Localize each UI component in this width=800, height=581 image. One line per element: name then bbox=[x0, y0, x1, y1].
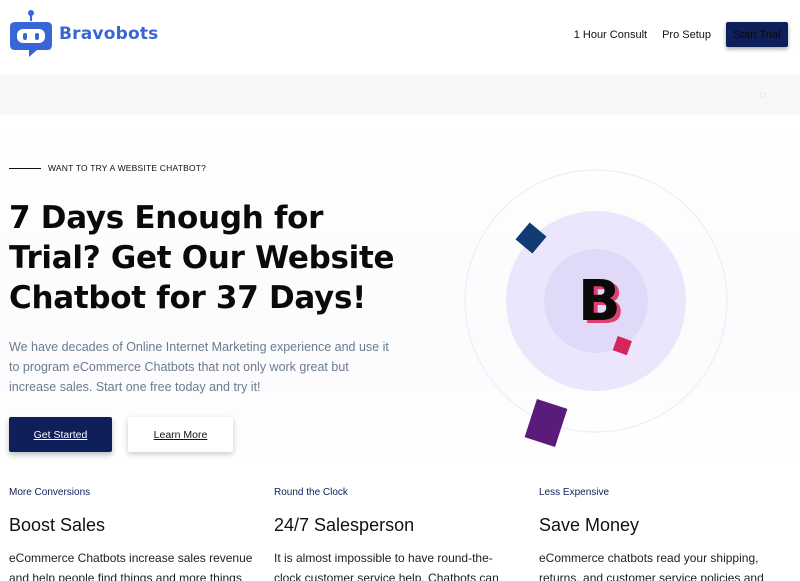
headline-line: Chatbot for 37 Days! bbox=[9, 280, 366, 316]
strip-dot-icon bbox=[760, 92, 766, 98]
lead-line: to program eCommerce Chatbots that not o… bbox=[9, 360, 349, 374]
hero-lead: We have decades of Online Internet Marke… bbox=[9, 337, 399, 397]
desc-line: clock customer service help. Chatbots ca… bbox=[274, 571, 499, 581]
desc-line: and help people find things and more thi… bbox=[9, 571, 242, 581]
brand-logo[interactable]: Bravobots bbox=[9, 9, 158, 59]
feature-kicker: More Conversions bbox=[9, 487, 91, 498]
feature-save-money: Less Expensive Save Money eCommerce chat… bbox=[539, 487, 789, 581]
get-started-button[interactable]: Get Started bbox=[9, 417, 112, 452]
feature-description: eCommerce chatbots read your shipping, r… bbox=[539, 548, 789, 581]
lead-line: We have decades of Online Internet Marke… bbox=[9, 340, 389, 354]
feature-description: eCommerce Chatbots increase sales revenu… bbox=[9, 548, 259, 581]
feature-title: Boost Sales bbox=[9, 515, 106, 535]
announcement-strip bbox=[0, 75, 800, 115]
desc-line: It is almost impossible to have round-th… bbox=[274, 551, 493, 565]
hero-headline: 7 Days Enough for Trial? Get Our Website… bbox=[9, 198, 429, 318]
feature-title: 24/7 Salesperson bbox=[274, 515, 415, 535]
desc-line: returns, and customer service policies a… bbox=[539, 571, 764, 581]
headline-line: Trial? Get Our Website bbox=[9, 240, 395, 276]
feature-kicker: Less Expensive bbox=[539, 487, 610, 498]
eyebrow-text: WANT TO TRY A WEBSITE CHATBOT? bbox=[48, 163, 207, 173]
feature-description: It is almost impossible to have round-th… bbox=[274, 548, 524, 581]
main-nav: 1 Hour Consult Pro Setup Start Trial bbox=[574, 22, 788, 47]
lead-line: increase sales. Start one free today and… bbox=[9, 380, 261, 394]
headline-line: 7 Days Enough for bbox=[9, 200, 324, 236]
feature-kicker: Round the Clock bbox=[274, 487, 348, 498]
feature-salesperson: Round the Clock 24/7 Salesperson It is a… bbox=[274, 487, 524, 581]
desc-line: eCommerce Chatbots increase sales revenu… bbox=[9, 551, 253, 565]
eyebrow-divider bbox=[9, 167, 41, 169]
hero-illustration: B bbox=[460, 165, 735, 450]
learn-more-button[interactable]: Learn More bbox=[128, 417, 233, 452]
badge-letter: B bbox=[578, 269, 621, 334]
nav-link-consult[interactable]: 1 Hour Consult bbox=[574, 29, 647, 41]
start-trial-button[interactable]: Start Trial bbox=[726, 22, 788, 47]
robot-logo-icon bbox=[9, 9, 53, 59]
feature-boost-sales: More Conversions Boost Sales eCommerce C… bbox=[9, 487, 259, 581]
feature-title: Save Money bbox=[539, 515, 640, 535]
hero-eyebrow: WANT TO TRY A WEBSITE CHATBOT? bbox=[9, 163, 206, 173]
brand-name: Bravobots bbox=[59, 24, 159, 44]
site-header: Bravobots 1 Hour Consult Pro Setup Start… bbox=[0, 0, 800, 75]
nav-link-pro-setup[interactable]: Pro Setup bbox=[662, 29, 711, 41]
desc-line: eCommerce chatbots read your shipping, bbox=[539, 551, 759, 565]
